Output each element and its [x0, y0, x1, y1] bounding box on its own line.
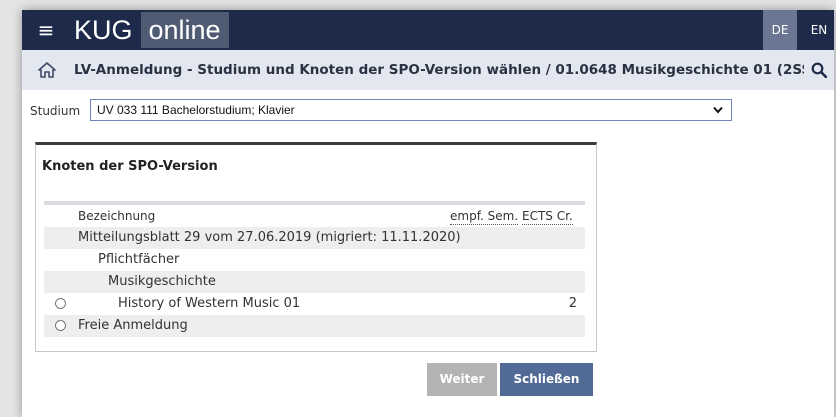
row-label: Mitteilungsblatt 29 vom 27.06.2019 (migr… [78, 230, 461, 245]
row-label: History of Western Music 01 [118, 296, 301, 311]
knoten-table: Bezeichnung empf. Sem. ECTS Cr. Mitteilu… [44, 201, 585, 337]
row-label: Freie Anmeldung [78, 318, 188, 333]
table-row: History of Western Music 01 2 [44, 293, 585, 315]
column-header-bezeichnung: Bezeichnung [78, 209, 156, 223]
breadcrumb: LV-Anmeldung - Studium und Knoten der SP… [22, 50, 834, 90]
home-icon[interactable] [38, 62, 56, 78]
logo-kug: KUG [68, 12, 139, 48]
logo[interactable]: KUG online [68, 12, 229, 48]
top-bar: ≡ KUG online DE EN [22, 10, 834, 50]
row-ects-value: 2 [568, 296, 577, 311]
hamburger-icon[interactable]: ≡ [36, 18, 56, 42]
column-header-empf-sem: empf. Sem. [450, 209, 519, 225]
studium-selected-value: UV 033 111 Bachelorstudium; Klavier [97, 103, 295, 117]
language-de-button[interactable]: DE [763, 10, 797, 50]
radio-freie-anmeldung[interactable] [55, 320, 66, 331]
panel-title: Knoten der SPO-Version [42, 159, 218, 174]
row-label: Musikgeschichte [108, 274, 216, 289]
search-icon[interactable] [811, 62, 827, 78]
language-en-button[interactable]: EN [802, 10, 834, 50]
chevron-down-icon [713, 106, 723, 114]
column-header-ects: ECTS Cr. [522, 209, 573, 225]
weiter-button[interactable]: Weiter [427, 363, 497, 396]
table-row: Pflichtfächer [44, 249, 585, 271]
table-row: Freie Anmeldung [44, 315, 585, 337]
row-label: Pflichtfächer [98, 252, 180, 267]
table-row: Musikgeschichte [44, 271, 585, 293]
studium-select[interactable]: UV 033 111 Bachelorstudium; Klavier [90, 99, 732, 121]
spo-knoten-panel: Knoten der SPO-Version Bezeichnung empf.… [35, 142, 597, 352]
page-title: LV-Anmeldung - Studium und Knoten der SP… [74, 62, 804, 78]
schliessen-button[interactable]: Schließen [500, 363, 593, 396]
studium-label: Studium [30, 104, 81, 118]
table-row: Mitteilungsblatt 29 vom 27.06.2019 (migr… [44, 227, 585, 249]
logo-online: online [140, 12, 229, 48]
radio-history-of-western-music[interactable] [55, 298, 66, 309]
app-window: ≡ KUG online DE EN LV-Anmeldung - Studiu… [22, 10, 834, 417]
table-header-row: Bezeichnung empf. Sem. ECTS Cr. [44, 205, 585, 227]
